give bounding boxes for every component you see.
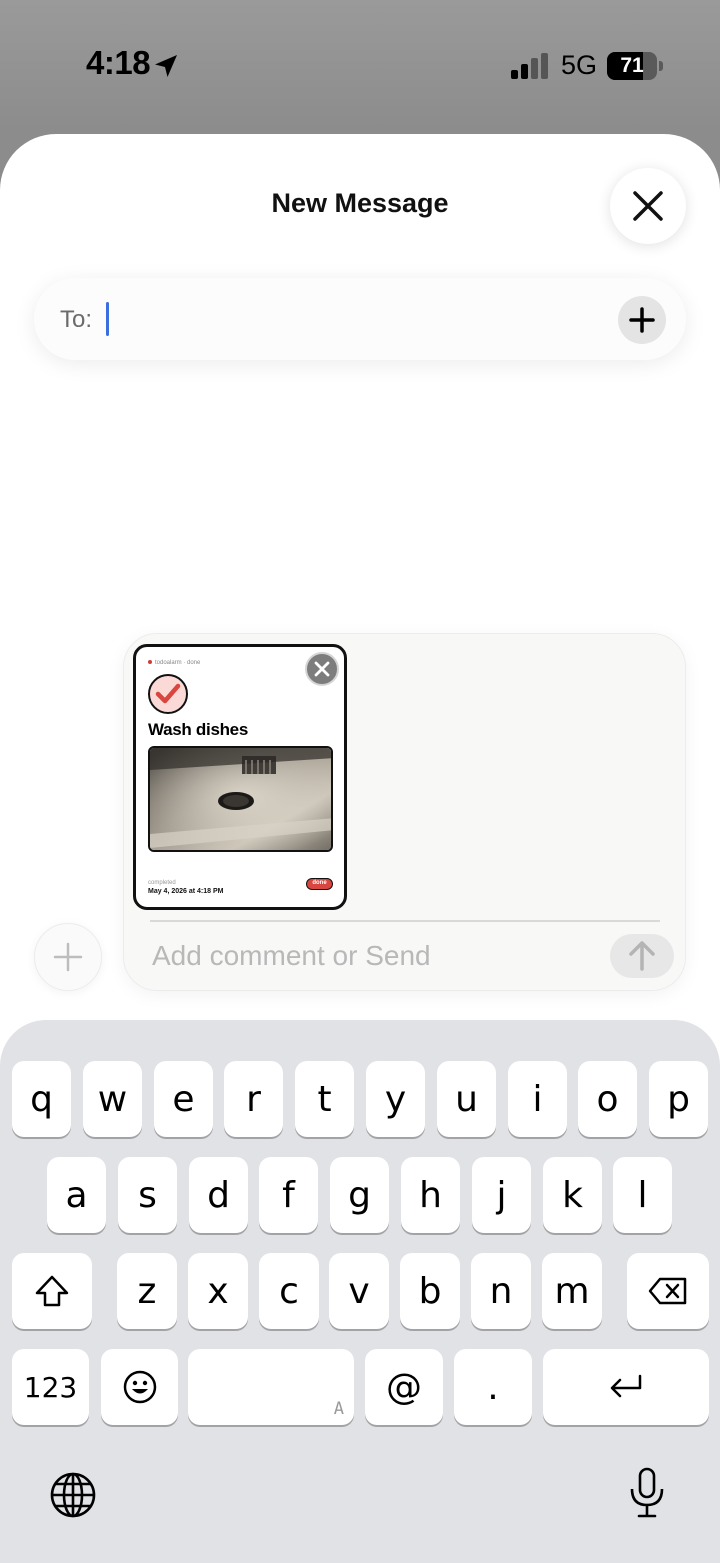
key-c[interactable]: c	[259, 1253, 319, 1329]
battery-percent: 71	[620, 54, 644, 77]
key-q[interactable]: q	[12, 1061, 71, 1137]
key-w[interactable]: w	[83, 1061, 142, 1137]
send-button[interactable]	[610, 934, 674, 978]
remove-attachment-button[interactable]	[305, 652, 339, 686]
key-a[interactable]: a	[47, 1157, 106, 1233]
plus-icon	[53, 942, 83, 972]
location-arrow-icon	[155, 55, 177, 77]
add-recipient-button[interactable]	[618, 296, 666, 344]
key-b[interactable]: b	[400, 1253, 460, 1329]
emoji-icon	[123, 1370, 156, 1404]
space-hint: A	[333, 1399, 344, 1419]
shift-icon	[35, 1275, 69, 1307]
status-bar: 4:18 5G 71	[0, 0, 720, 130]
keyboard: 123 A @ . qwertyuiop asdfghjkl zxcvbnm	[0, 1020, 720, 1563]
network-label: 5G	[561, 50, 598, 80]
key-f[interactable]: f	[259, 1157, 318, 1233]
arrow-up-icon	[629, 941, 655, 971]
plus-icon	[629, 307, 655, 333]
cellular-signal-icon	[511, 53, 548, 79]
recipient-label: To:	[60, 306, 93, 333]
period-key[interactable]: .	[454, 1349, 532, 1425]
status-badge: done	[306, 878, 333, 890]
attachment-date: May 4, 2026 at 4:18 PM	[148, 888, 224, 895]
apps-plus-button[interactable]	[34, 923, 102, 991]
status-time: 4:18	[86, 44, 151, 81]
key-r[interactable]: r	[224, 1061, 283, 1137]
attachment-photo	[148, 746, 333, 852]
key-n[interactable]: n	[471, 1253, 531, 1329]
key-l[interactable]: l	[613, 1157, 672, 1233]
key-d[interactable]: d	[189, 1157, 248, 1233]
key-k[interactable]: k	[543, 1157, 602, 1233]
close-icon	[633, 191, 663, 221]
delete-icon	[648, 1277, 687, 1305]
at-key[interactable]: @	[365, 1349, 443, 1425]
globe-icon[interactable]	[49, 1471, 97, 1519]
attachment-header: todoalarm · done	[148, 660, 200, 666]
key-v[interactable]: v	[329, 1253, 389, 1329]
numbers-key[interactable]: 123	[12, 1349, 89, 1425]
text-cursor	[106, 302, 109, 336]
key-h[interactable]: h	[401, 1157, 460, 1233]
divider	[150, 920, 660, 922]
space-bar[interactable]: A	[188, 1349, 354, 1425]
delete-key[interactable]	[627, 1253, 709, 1329]
photo-icon	[150, 748, 331, 850]
key-i[interactable]: i	[508, 1061, 567, 1137]
close-button[interactable]	[610, 168, 686, 244]
attachment-meta-label: completed	[148, 880, 176, 886]
key-z[interactable]: z	[117, 1253, 177, 1329]
close-icon	[314, 661, 330, 677]
key-e[interactable]: e	[154, 1061, 213, 1137]
key-o[interactable]: o	[578, 1061, 637, 1137]
recipient-field[interactable]: To:	[34, 278, 686, 360]
return-icon	[610, 1374, 642, 1398]
key-y[interactable]: y	[366, 1061, 425, 1137]
key-s[interactable]: s	[118, 1157, 177, 1233]
emoji-key[interactable]	[101, 1349, 178, 1425]
return-key[interactable]	[543, 1349, 709, 1425]
shift-key[interactable]	[12, 1253, 92, 1329]
microphone-icon[interactable]	[628, 1467, 666, 1519]
key-j[interactable]: j	[472, 1157, 531, 1233]
key-u[interactable]: u	[437, 1061, 496, 1137]
attachment-title: Wash dishes	[148, 720, 248, 739]
key-m[interactable]: m	[542, 1253, 602, 1329]
key-x[interactable]: x	[188, 1253, 248, 1329]
key-t[interactable]: t	[295, 1061, 354, 1137]
battery-icon: 71	[607, 52, 663, 80]
comment-input[interactable]: Add comment or Send	[152, 940, 431, 972]
checkmark-icon	[148, 674, 188, 714]
key-p[interactable]: p	[649, 1061, 708, 1137]
key-g[interactable]: g	[330, 1157, 389, 1233]
